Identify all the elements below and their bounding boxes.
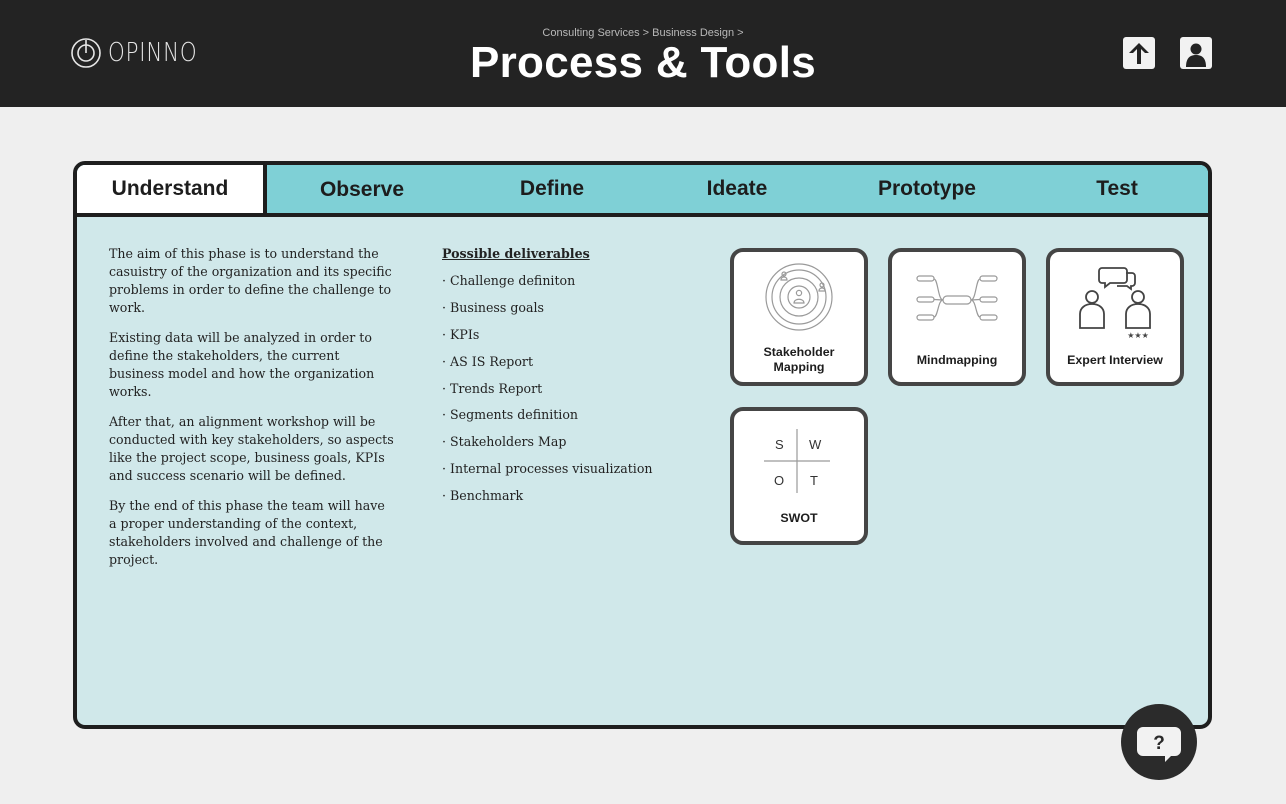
- upload-button[interactable]: [1123, 37, 1155, 69]
- user-icon: [1186, 43, 1206, 67]
- tab-observe[interactable]: Observe: [267, 166, 457, 214]
- tool-label: SWOT: [780, 511, 818, 525]
- swot-quadrant-label: W: [809, 437, 822, 452]
- tab-ideate[interactable]: Ideate: [647, 165, 827, 213]
- tool-label: Stakeholder Mapping: [763, 345, 835, 374]
- tool-card-expert-interview[interactable]: ★★★ Expert Interview: [1046, 248, 1184, 386]
- description-paragraph: Existing data will be analyzed in order …: [109, 330, 375, 399]
- top-bar: OPINNO Consulting Services > Business De…: [0, 0, 1286, 107]
- tool-card-mindmapping[interactable]: Mindmapping: [888, 248, 1026, 386]
- deliverable-item: Internal processes visualization: [442, 460, 712, 478]
- tool-card-swot[interactable]: S W O T SWOT: [730, 407, 868, 545]
- deliverable-item: Stakeholders Map: [442, 433, 712, 451]
- profile-button[interactable]: [1180, 37, 1212, 69]
- page-title: Process & Tools: [469, 38, 816, 87]
- help-label: ?: [1153, 733, 1165, 754]
- deliverable-item: KPIs: [442, 326, 712, 344]
- deliverables-list: Possible deliverables Challenge definito…: [442, 245, 712, 514]
- tab-define[interactable]: Define: [457, 165, 647, 213]
- deliverable-item: Segments definition: [442, 406, 712, 424]
- swot-quadrant-label: S: [775, 437, 784, 452]
- deliverable-item: Trends Report: [442, 380, 712, 398]
- description-paragraph: By the end of this phase the team will h…: [109, 498, 385, 567]
- deliverable-item: Benchmark: [442, 487, 712, 505]
- deliverables-title: Possible deliverables: [442, 246, 590, 261]
- svg-text:★★★: ★★★: [1127, 331, 1149, 340]
- deliverable-item: AS IS Report: [442, 353, 712, 371]
- description-paragraph: The aim of this phase is to understand t…: [109, 246, 392, 315]
- tool-label: Mindmapping: [916, 353, 998, 367]
- swot-quadrant-label: O: [774, 473, 785, 488]
- arrow-up-icon: [1129, 43, 1149, 64]
- swot-quadrant-label: T: [810, 473, 818, 488]
- phase-panel: Understand Observe Define Ideate Prototy…: [73, 161, 1212, 729]
- tab-test[interactable]: Test: [1027, 165, 1207, 213]
- help-chat-button[interactable]: ?: [1121, 704, 1197, 780]
- tab-understand[interactable]: Understand: [77, 165, 267, 213]
- deliverable-item: Business goals: [442, 299, 712, 317]
- chat-bubble-question-icon: ?: [1137, 727, 1181, 762]
- phase-tabs: Understand Observe Define Ideate Prototy…: [77, 165, 1208, 217]
- deliverable-item: Challenge definiton: [442, 272, 712, 290]
- tab-prototype[interactable]: Prototype: [827, 165, 1027, 213]
- description-paragraph: After that, an alignment workshop will b…: [109, 414, 394, 483]
- phase-description: The aim of this phase is to understand t…: [109, 245, 394, 581]
- tool-label: Expert Interview: [1067, 353, 1163, 367]
- tool-card-stakeholder-mapping[interactable]: Stakeholder Mapping: [730, 248, 868, 386]
